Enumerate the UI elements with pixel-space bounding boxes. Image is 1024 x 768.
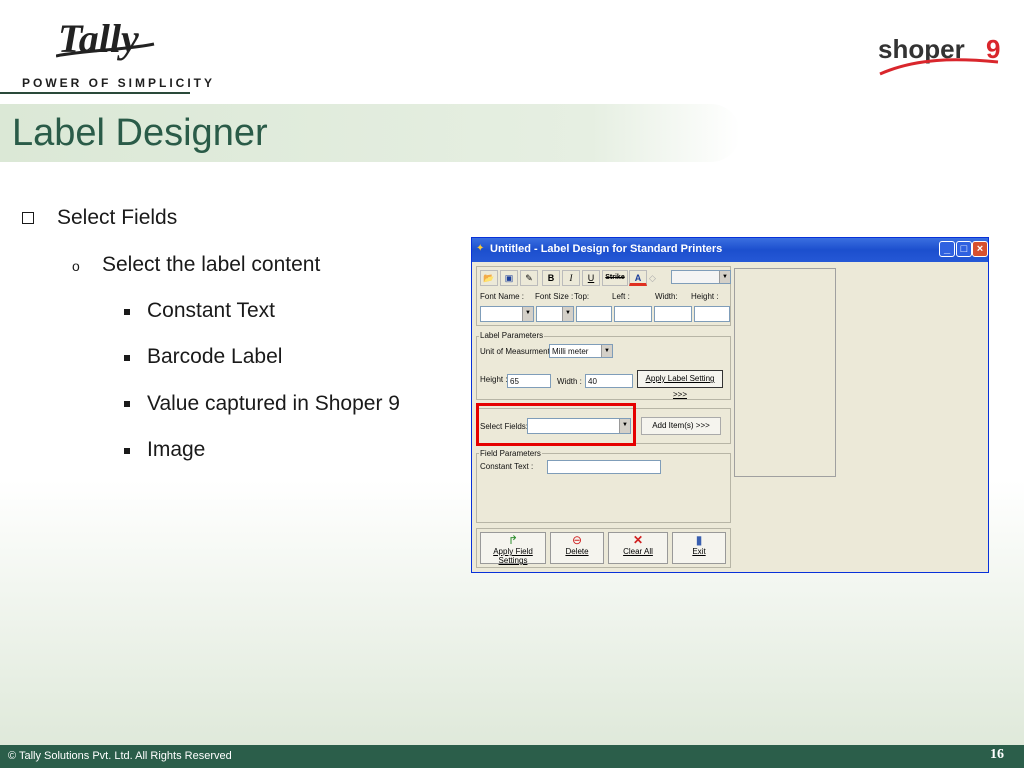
filled-bullet-icon — [124, 309, 130, 315]
sub-bullet-barcode-label: Barcode Label — [147, 345, 283, 368]
font-name-label: Font Name : — [480, 292, 525, 301]
minimize-icon[interactable]: _ — [939, 241, 955, 257]
height-param-label: Height : — [480, 375, 508, 384]
page-number: 16 — [990, 747, 1004, 762]
sub-bullet-image: Image — [147, 438, 206, 461]
save-icon[interactable]: ▣ — [500, 270, 518, 286]
window-title-bar[interactable]: ✦ Untitled - Label Design for Standard P… — [472, 238, 988, 262]
circle-bullet-icon: o — [72, 258, 80, 274]
underline-button[interactable]: U — [582, 270, 600, 286]
add-items-button[interactable]: Add Item(s) >>> — [641, 417, 721, 435]
field-parameters-group: Field Parameters Constant Text : — [476, 449, 731, 523]
format-toolbar-group: 📂 ▣ ✎ B I U Strike A ◇ ▼ Font Name : Fon… — [476, 266, 731, 326]
tally-tagline: POWER OF SIMPLICITY — [22, 76, 216, 90]
window-title: Untitled - Label Design for Standard Pri… — [490, 243, 723, 255]
actions-group: ↱ Apply Field Settings ⊖ Delete ✕ Clear … — [476, 528, 731, 568]
field-parameters-legend: Field Parameters — [479, 449, 542, 458]
label-parameters-group: Label Parameters Unit of Measurment : Mi… — [476, 331, 731, 400]
unit-label: Unit of Measurment : — [480, 347, 555, 356]
label-width-input[interactable]: 40 — [585, 374, 633, 388]
label-parameters-legend: Label Parameters — [479, 331, 545, 340]
filled-bullet-icon — [124, 401, 130, 407]
exit-door-icon: ▮ — [695, 533, 703, 547]
filled-bullet-icon — [124, 355, 130, 361]
sub-bullet-value-captured: Value captured in Shoper 9 — [147, 392, 400, 415]
label-height-input[interactable]: 65 — [507, 374, 551, 388]
left-input[interactable] — [614, 306, 652, 322]
constant-text-label: Constant Text : — [480, 462, 534, 471]
edit-icon[interactable]: ✎ — [520, 270, 538, 286]
height-label: Height : — [691, 292, 719, 301]
width-input[interactable] — [654, 306, 692, 322]
delete-button[interactable]: ⊖ Delete — [550, 532, 604, 564]
width-param-label: Width : — [557, 377, 582, 386]
close-icon[interactable]: × — [972, 241, 988, 257]
font-size-label: Font Size : — [535, 292, 574, 301]
top-label: Top: — [574, 292, 590, 301]
height-input[interactable] — [694, 306, 730, 322]
filled-bullet-icon — [124, 448, 130, 454]
maximize-icon[interactable]: □ — [956, 241, 972, 257]
constant-text-input[interactable] — [547, 460, 661, 474]
tally-logo: Tally — [55, 10, 156, 70]
exit-button[interactable]: ▮ Exit — [672, 532, 726, 564]
top-input[interactable] — [576, 306, 612, 322]
font-color-button[interactable]: A — [629, 270, 647, 286]
left-label: Left : — [612, 292, 630, 301]
header-divider — [0, 92, 190, 94]
square-bullet-icon — [22, 212, 34, 224]
italic-button[interactable]: I — [562, 270, 580, 286]
bullet-select-fields: Select Fields — [57, 206, 178, 229]
delete-icon: ⊖ — [571, 533, 583, 547]
width-label: Width: — [655, 292, 678, 301]
font-size-select[interactable]: ▼ — [536, 306, 574, 322]
font-dropdown[interactable]: ▼ — [671, 270, 731, 284]
strike-button[interactable]: Strike — [602, 270, 628, 286]
apply-field-settings-button[interactable]: ↱ Apply Field Settings — [480, 532, 546, 565]
bold-button[interactable]: B — [542, 270, 560, 286]
open-folder-icon[interactable]: 📂 — [480, 270, 498, 286]
slide-title: Label Designer — [12, 112, 268, 154]
label-preview-pane[interactable] — [734, 268, 836, 477]
svg-text:9: 9 — [986, 34, 1000, 64]
font-name-select[interactable]: ▼ — [480, 306, 534, 322]
clear-all-button[interactable]: ✕ Clear All — [608, 532, 668, 564]
fill-color-icon[interactable]: ◇ — [649, 273, 656, 284]
sub-bullet-constant-text: Constant Text — [147, 299, 276, 322]
app-icon: ✦ — [476, 243, 485, 254]
bullet-select-label-content: Select the label content — [102, 253, 321, 276]
apply-label-setting-button[interactable]: Apply Label Setting >>> — [637, 370, 723, 399]
apply-arrow-icon: ↱ — [507, 533, 519, 547]
unit-select[interactable]: Milli meter ▼ — [549, 344, 613, 358]
shoper-logo: shoper 9 — [876, 28, 1006, 80]
footer-copyright: © Tally Solutions Pvt. Ltd. All Rights R… — [8, 750, 232, 762]
select-fields-highlight — [476, 403, 636, 446]
clear-icon: ✕ — [632, 533, 644, 547]
